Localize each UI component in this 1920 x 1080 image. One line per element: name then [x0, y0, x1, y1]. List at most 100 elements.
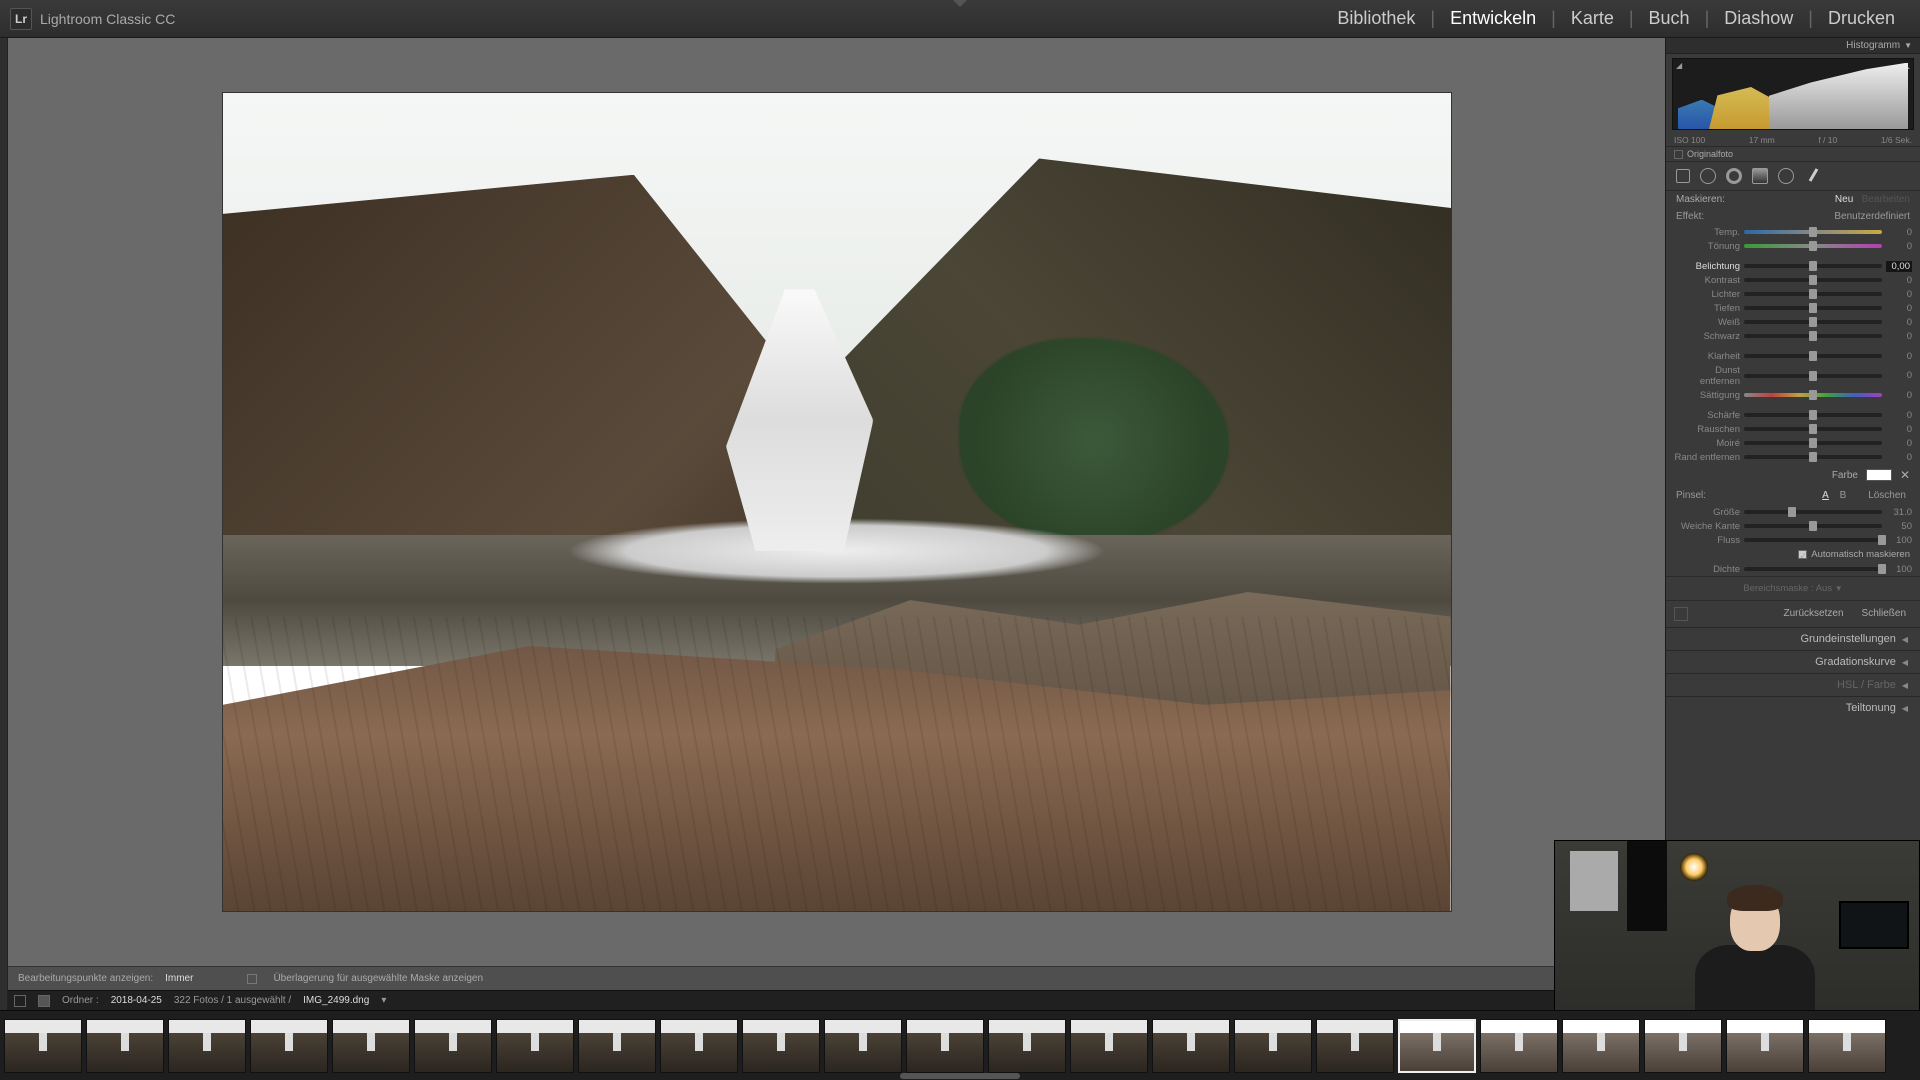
automask-row[interactable]: ✓ Automatisch maskieren [1666, 547, 1920, 562]
slider-thumb[interactable] [1878, 535, 1886, 545]
panel-hsl-farbe[interactable]: HSL / Farbe◀ [1666, 673, 1920, 696]
slider-track[interactable] [1744, 374, 1882, 378]
slider-thumb[interactable] [1809, 241, 1817, 251]
filmstrip[interactable]: • • • • • [0, 1010, 1920, 1080]
slider-dunst[interactable]: Dunst entfernen0 [1666, 363, 1920, 388]
filmstrip-thumb[interactable] [496, 1019, 574, 1073]
slider-temp[interactable]: Temp.0 [1666, 225, 1920, 239]
slider-track[interactable] [1744, 292, 1882, 296]
slider-track[interactable] [1744, 510, 1882, 514]
slider-thumb[interactable] [1809, 317, 1817, 327]
slider-value[interactable]: 100 [1886, 564, 1912, 575]
module-entwickeln[interactable]: Entwickeln [1435, 8, 1551, 29]
slider-weiss[interactable]: Weiß0 [1666, 315, 1920, 329]
slider-klarheit[interactable]: Klarheit0 [1666, 349, 1920, 363]
filmstrip-thumb[interactable] [1070, 1019, 1148, 1073]
slider-tonung[interactable]: Tönung0 [1666, 239, 1920, 253]
slider-track[interactable] [1744, 320, 1882, 324]
filmstrip-thumb[interactable] [86, 1019, 164, 1073]
slider-schaerfe[interactable]: Schärfe0 [1666, 408, 1920, 422]
panel-collapse-icon[interactable]: ◀ [1902, 681, 1908, 690]
filmstrip-thumb[interactable] [1726, 1019, 1804, 1073]
edit-points-mode[interactable]: Immer [165, 973, 193, 984]
overlay-checkbox[interactable] [247, 974, 257, 984]
original-photo-row[interactable]: Originalfoto [1666, 146, 1920, 162]
slider-track[interactable] [1744, 393, 1882, 397]
clip-shadows-icon[interactable]: ◢ [1676, 61, 1682, 70]
filmstrip-thumb[interactable] [1234, 1019, 1312, 1073]
second-window-icon[interactable] [14, 995, 26, 1007]
filmstrip-thumb[interactable] [1480, 1019, 1558, 1073]
slider-track[interactable] [1744, 441, 1882, 445]
slider-value[interactable]: 0 [1886, 438, 1912, 449]
brush-a[interactable]: A [1822, 490, 1829, 501]
slider-thumb[interactable] [1878, 564, 1886, 574]
slider-track[interactable] [1744, 354, 1882, 358]
crop-tool-icon[interactable] [1676, 169, 1690, 183]
slider-groesse[interactable]: Größe31.0 [1666, 505, 1920, 519]
slider-moire[interactable]: Moiré0 [1666, 436, 1920, 450]
slider-track[interactable] [1744, 306, 1882, 310]
module-bibliothek[interactable]: Bibliothek [1322, 8, 1430, 29]
left-panel-collapsed[interactable] [0, 38, 8, 1010]
slider-thumb[interactable] [1809, 227, 1817, 237]
slider-track[interactable] [1744, 230, 1882, 234]
filmstrip-thumb[interactable] [988, 1019, 1066, 1073]
slider-value[interactable]: 0 [1886, 370, 1912, 381]
filmstrip-thumb[interactable] [168, 1019, 246, 1073]
slider-tiefen[interactable]: Tiefen0 [1666, 301, 1920, 315]
slider-fluss[interactable]: Fluss100 [1666, 533, 1920, 547]
panel-teiltonung[interactable]: Teiltonung◀ [1666, 696, 1920, 719]
spot-tool-icon[interactable] [1700, 168, 1716, 184]
radial-tool-icon[interactable] [1778, 168, 1794, 184]
filmstrip-thumb[interactable] [1562, 1019, 1640, 1073]
slider-track[interactable] [1744, 524, 1882, 528]
slider-value[interactable]: 0 [1886, 303, 1912, 314]
grid-view-icon[interactable] [38, 995, 50, 1007]
color-swatch[interactable] [1866, 469, 1892, 481]
pin-toggle-icon[interactable] [1674, 607, 1688, 621]
slider-track[interactable] [1744, 334, 1882, 338]
panel-collapse-icon[interactable]: ◀ [1902, 635, 1908, 644]
filmstrip-thumb[interactable]: • • • • • [1398, 1019, 1476, 1073]
filmstrip-thumb[interactable] [414, 1019, 492, 1073]
panel-gradationskurve[interactable]: Gradationskurve◀ [1666, 650, 1920, 673]
image-canvas[interactable] [8, 38, 1665, 966]
close-button[interactable]: Schließen [1856, 607, 1912, 621]
slider-value[interactable]: 0 [1886, 390, 1912, 401]
brush-b[interactable]: B [1840, 490, 1847, 501]
filmstrip-thumb[interactable] [578, 1019, 656, 1073]
slider-value[interactable]: 0 [1886, 275, 1912, 286]
histogram-header[interactable]: Histogramm▼ [1666, 38, 1920, 54]
reset-button[interactable]: Zurücksetzen [1778, 607, 1850, 621]
panel-collapse-icon[interactable]: ◀ [1902, 704, 1908, 713]
slider-value[interactable]: 0 [1886, 331, 1912, 342]
filmstrip-thumb[interactable] [660, 1019, 738, 1073]
slider-belicht[interactable]: Belichtung0,00 [1666, 259, 1920, 273]
slider-track[interactable] [1744, 264, 1882, 268]
module-diashow[interactable]: Diashow [1709, 8, 1808, 29]
slider-thumb[interactable] [1809, 452, 1817, 462]
slider-track[interactable] [1744, 427, 1882, 431]
slider-thumb[interactable] [1809, 390, 1817, 400]
filmstrip-thumb[interactable] [1152, 1019, 1230, 1073]
slider-track[interactable] [1744, 567, 1882, 571]
effect-header[interactable]: Effekt: Benutzerdefiniert [1666, 208, 1920, 225]
filmstrip-scrollbar[interactable] [900, 1073, 1020, 1079]
panel-collapse-icon[interactable]: ◀ [1902, 658, 1908, 667]
slider-track[interactable] [1744, 538, 1882, 542]
slider-value[interactable]: 0 [1886, 410, 1912, 421]
filmstrip-thumb[interactable] [824, 1019, 902, 1073]
slider-thumb[interactable] [1809, 424, 1817, 434]
slider-saett[interactable]: Sättigung0 [1666, 388, 1920, 402]
slider-thumb[interactable] [1809, 351, 1817, 361]
module-karte[interactable]: Karte [1556, 8, 1629, 29]
original-checkbox[interactable] [1674, 150, 1683, 159]
gradient-tool-icon[interactable] [1752, 168, 1768, 184]
filmstrip-thumb[interactable] [1808, 1019, 1886, 1073]
filmstrip-thumb[interactable] [250, 1019, 328, 1073]
slider-value[interactable]: 0 [1886, 424, 1912, 435]
brush-erase[interactable]: Löschen [1868, 490, 1906, 501]
histogram[interactable]: ◢ ◣ [1672, 58, 1914, 130]
slider-value[interactable]: 100 [1886, 535, 1912, 546]
